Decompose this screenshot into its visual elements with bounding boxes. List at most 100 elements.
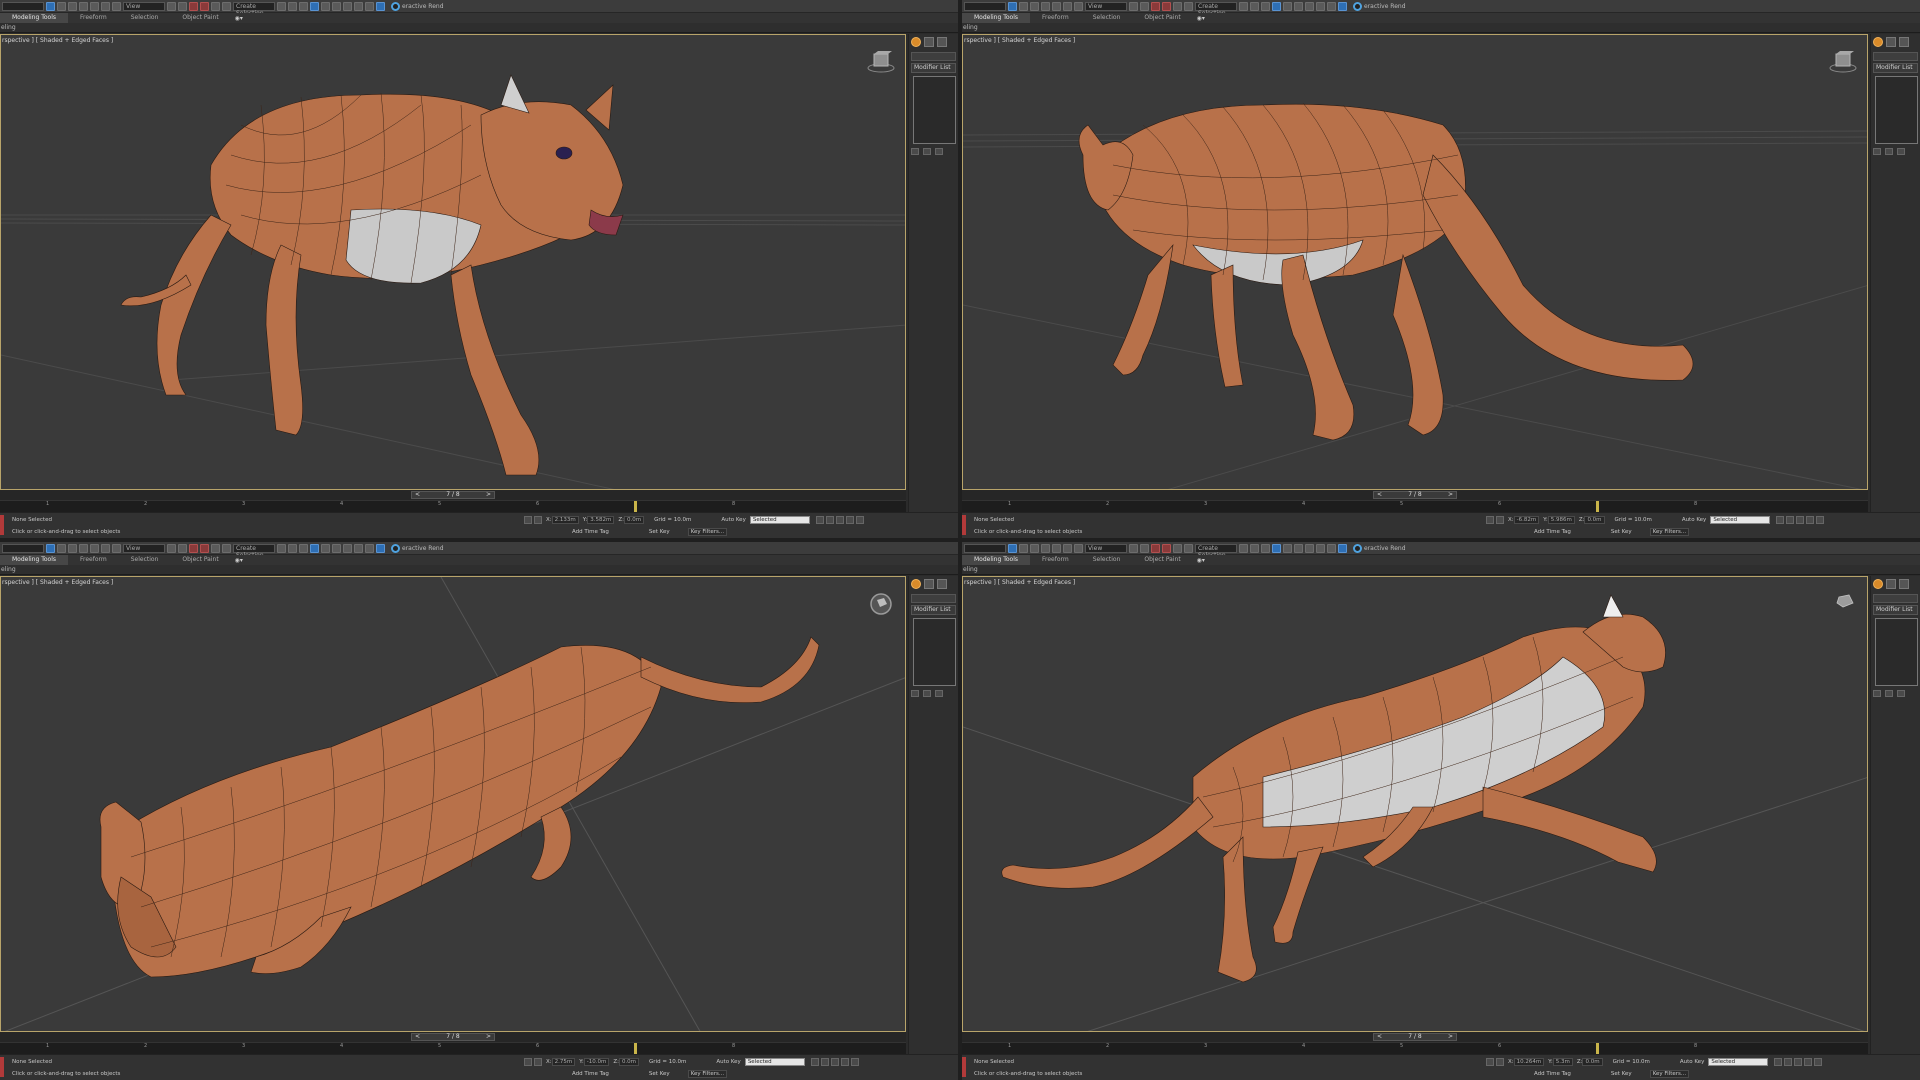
lock-selection-icon[interactable] (1486, 516, 1494, 524)
workspace-dropdown[interactable] (2, 1, 44, 11)
tab-object-paint[interactable]: Object Paint (170, 555, 230, 565)
viewcube-icon[interactable] (1829, 593, 1857, 615)
lock-selection-icon[interactable] (524, 516, 532, 524)
make-unique-icon[interactable] (1897, 148, 1905, 155)
go-to-start-icon[interactable] (815, 516, 824, 524)
render-setup-icon[interactable] (354, 543, 363, 553)
next-frame-icon[interactable] (845, 516, 854, 524)
modifier-list-dropdown[interactable]: Modifier List (911, 605, 956, 615)
scene-explorer-icon[interactable] (310, 543, 319, 553)
add-time-tag[interactable]: Add Time Tag (1534, 1071, 1571, 1077)
modifier-stack[interactable] (913, 618, 956, 686)
scene-explorer-icon[interactable] (310, 1, 319, 11)
go-to-start-icon[interactable] (810, 1058, 819, 1066)
trackbar[interactable]: 1 2 3 4 5 6 7 8 (962, 500, 1868, 513)
auto-key-selection-dropdown[interactable]: Selected (749, 516, 810, 524)
scene-canvas[interactable] (1, 35, 906, 490)
time-prev[interactable]: < (1377, 492, 1382, 498)
x-coordinate[interactable]: 2.133m (551, 516, 579, 524)
scale-icon[interactable] (112, 543, 121, 553)
modify-tab-icon[interactable] (924, 579, 934, 589)
time-slider-knob[interactable]: <7 / 8 > (1373, 491, 1457, 499)
layer-explorer-icon[interactable] (299, 543, 308, 553)
move-icon[interactable] (1052, 543, 1061, 553)
tab-selection[interactable]: Selection (1081, 555, 1133, 565)
percent-snap-icon[interactable] (200, 543, 209, 553)
rendered-frame-window-icon[interactable] (365, 1, 374, 11)
key-filters-button[interactable]: Key Filters... (687, 1070, 728, 1078)
auto-key-button[interactable]: Auto Key (1680, 1059, 1705, 1065)
object-name-field[interactable] (1873, 594, 1918, 603)
key-filters-button[interactable]: Key Filters... (1649, 1070, 1690, 1078)
workspace-dropdown[interactable] (964, 543, 1006, 553)
viewport-label[interactable]: rspective ] [ Shaded + Edged Faces ] (2, 579, 113, 586)
named-selection-dropdown[interactable]: Create Selection Set (233, 543, 275, 566)
viewcube-icon[interactable] (867, 593, 895, 615)
mirror-icon[interactable] (277, 1, 286, 11)
time-prev[interactable]: < (1377, 1034, 1382, 1040)
move-icon[interactable] (90, 1, 99, 11)
x-coordinate[interactable]: 10.264m (1513, 1058, 1545, 1066)
tab-modeling-tools[interactable]: Modeling Tools (0, 13, 68, 23)
scene-canvas[interactable] (963, 35, 1868, 490)
y-coordinate[interactable]: 5.3m (1552, 1058, 1573, 1066)
time-slider-knob[interactable]: <7 / 8 > (411, 1033, 495, 1041)
set-key-button[interactable]: Set Key (1611, 1071, 1632, 1077)
next-frame-icon[interactable] (1806, 516, 1815, 524)
viewcube-icon[interactable] (867, 51, 895, 73)
layer-explorer-icon[interactable] (1261, 543, 1270, 553)
select-object-icon[interactable] (1008, 1, 1017, 11)
named-selection-dropdown[interactable]: Create Selection Set (233, 1, 275, 24)
named-selection-dropdown[interactable]: Create Selection Set (1195, 543, 1237, 566)
y-coordinate[interactable]: -10.0m (583, 1058, 610, 1066)
scale-icon[interactable] (1074, 1, 1083, 11)
hierarchy-tab-icon[interactable] (1899, 579, 1909, 589)
time-slider[interactable]: <7 / 8 > (0, 1032, 906, 1042)
render-production-icon[interactable] (1338, 1, 1347, 11)
rotate-icon[interactable] (101, 1, 110, 11)
workspace-dropdown[interactable] (2, 543, 44, 553)
tab-object-paint[interactable]: Object Paint (1132, 13, 1192, 23)
time-next[interactable]: > (486, 1034, 491, 1040)
align-icon[interactable] (288, 543, 297, 553)
schematic-view-icon[interactable] (332, 1, 341, 11)
key-filters-button[interactable]: Key Filters... (1649, 528, 1690, 536)
show-end-result-icon[interactable] (923, 690, 931, 697)
reference-coordinate-dropdown[interactable]: View (123, 1, 165, 11)
schematic-view-icon[interactable] (332, 543, 341, 553)
curve-editor-icon[interactable] (321, 1, 330, 11)
perspective-viewport[interactable]: rspective ] [ Shaded + Edged Faces ] (962, 576, 1868, 1032)
snap-icon[interactable] (178, 543, 187, 553)
material-editor-icon[interactable] (343, 543, 352, 553)
isolate-icon[interactable] (1496, 516, 1504, 524)
rendered-frame-window-icon[interactable] (1327, 543, 1336, 553)
render-production-icon[interactable] (1338, 543, 1347, 553)
angle-snap-icon[interactable] (189, 543, 198, 553)
window-crossing-icon[interactable] (1041, 543, 1050, 553)
play-icon[interactable] (835, 516, 844, 524)
curve-editor-icon[interactable] (321, 543, 330, 553)
angle-snap-icon[interactable] (1151, 1, 1160, 11)
trackbar[interactable]: 1 2 3 4 5 6 7 8 (0, 500, 906, 513)
schematic-view-icon[interactable] (1294, 1, 1303, 11)
scene-explorer-icon[interactable] (1272, 543, 1281, 553)
tab-modeling-tools[interactable]: Modeling Tools (962, 555, 1030, 565)
mirror-icon[interactable] (1239, 1, 1248, 11)
go-to-start-icon[interactable] (1774, 1058, 1783, 1066)
mirror-icon[interactable] (277, 543, 286, 553)
select-by-name-icon[interactable] (57, 543, 66, 553)
scene-canvas[interactable] (1, 577, 906, 1032)
go-to-start-icon[interactable] (1776, 516, 1785, 524)
edit-named-selection-icon[interactable] (222, 543, 231, 553)
play-icon[interactable] (1796, 516, 1805, 524)
move-icon[interactable] (1052, 1, 1061, 11)
interactive-render[interactable]: eractive Rend (391, 543, 444, 553)
next-frame-icon[interactable] (1804, 1058, 1813, 1066)
object-name-field[interactable] (1873, 52, 1918, 61)
play-icon[interactable] (830, 1058, 839, 1066)
edit-named-selection-icon[interactable] (1184, 1, 1193, 11)
y-coordinate[interactable]: 5.986m (1547, 516, 1575, 524)
auto-key-button[interactable]: Auto Key (716, 1059, 741, 1065)
render-setup-icon[interactable] (354, 1, 363, 11)
time-next[interactable]: > (486, 492, 491, 498)
